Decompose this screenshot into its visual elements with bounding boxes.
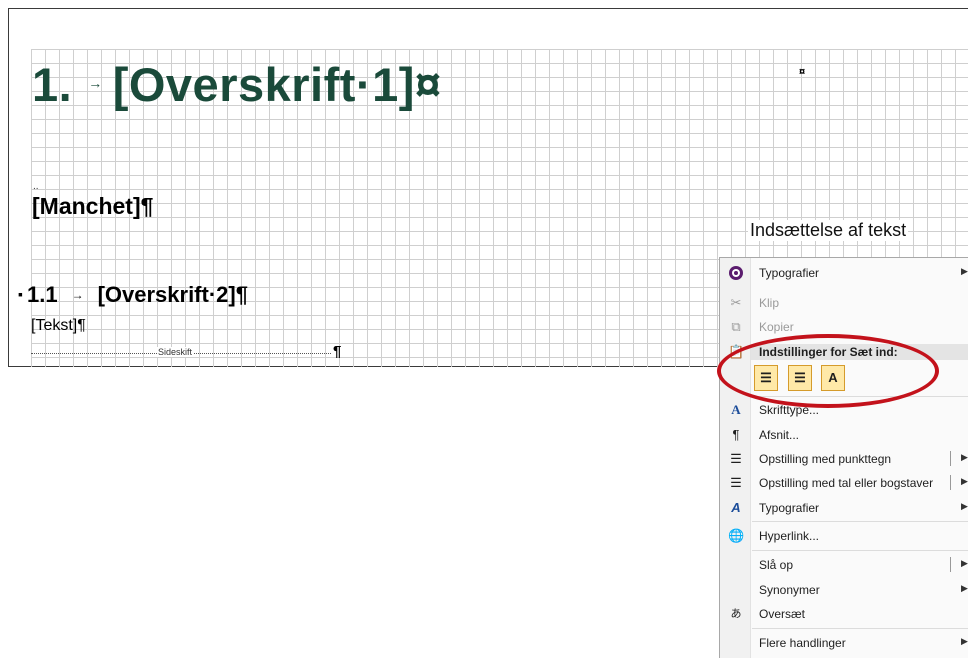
copy-icon: ⧉ — [731, 319, 741, 334]
menu-item-slaa-op[interactable]: Slå op ▶ — [720, 554, 968, 576]
submenu-arrow-icon: ▶ — [961, 558, 968, 568]
menu-item-synonymer[interactable]: Synonymer ▶ — [720, 579, 968, 601]
split-divider — [950, 451, 951, 466]
heading-2-text: [Overskrift·2]¶ — [97, 282, 248, 307]
heading-1-number: 1. — [32, 58, 73, 111]
paragraph-icon: ¶ — [732, 427, 740, 442]
menu-item-label: Opstilling med tal eller bogstaver — [759, 476, 934, 490]
menu-item-label: Klip — [759, 296, 780, 310]
tab-arrow-icon: → — [71, 288, 84, 302]
annotation-label: Indsættelse af tekst — [748, 220, 909, 241]
submenu-arrow-icon: ▶ — [961, 476, 968, 486]
page-break: Sideskift ¶ — [31, 343, 341, 360]
menu-separator — [752, 628, 968, 629]
translate-icon: あ — [730, 608, 742, 620]
numbered-list-icon: ☰ — [730, 475, 742, 490]
body-text-paragraph[interactable]: [Tekst]¶ — [31, 317, 86, 335]
menu-item-oversaet[interactable]: あ Oversæt — [720, 603, 968, 625]
submenu-arrow-icon: ▶ — [961, 583, 968, 593]
submenu-arrow-icon: ▶ — [961, 501, 968, 511]
tab-arrow-icon: → — [88, 74, 103, 91]
menu-item-label: Typografier — [759, 266, 820, 280]
menu-separator — [752, 521, 968, 522]
paragraph-mark-icon: ▪ — [18, 286, 23, 302]
menu-item-label: Hyperlink... — [759, 529, 820, 543]
heading-1-text: [Overskrift·1]¤ — [112, 58, 442, 111]
menu-item-label: Oversæt — [759, 607, 806, 621]
menu-item-hyperlink[interactable]: 🌐 Hyperlink... — [720, 525, 968, 547]
cell-end-mark: ¤ — [799, 66, 806, 78]
menu-item-label: Afsnit... — [759, 428, 800, 442]
heading-1[interactable]: 1. → [Overskrift·1]¤ — [32, 57, 442, 112]
menu-item-label: Slå op — [759, 558, 794, 572]
menu-item-punkttegn[interactable]: ☰ Opstilling med punkttegn ▶ — [720, 448, 968, 470]
highlight-oval — [717, 334, 939, 408]
submenu-arrow-icon: ▶ — [961, 266, 968, 276]
menu-separator — [752, 550, 968, 551]
submenu-arrow-icon: ▶ — [961, 636, 968, 646]
menu-item-afsnit[interactable]: ¶ Afsnit... — [720, 424, 968, 446]
submenu-arrow-icon: ▶ — [961, 452, 968, 462]
manchet-paragraph[interactable]: [Manchet]¶ — [32, 193, 153, 220]
menu-item-label: Opstilling med punkttegn — [759, 452, 892, 466]
menu-item-label: Kopier — [759, 320, 794, 334]
menu-item-typografier-2[interactable]: A Typografier ▶ — [720, 497, 968, 519]
heading-2-number: 1.1 — [26, 282, 58, 307]
scissors-icon: ✂ — [730, 295, 742, 310]
menu-item-klip[interactable]: ✂ Klip — [720, 292, 968, 314]
context-menu: Typografier ▶ ✂ Klip ⧉ Kopier 📋 Indstill… — [719, 257, 968, 658]
menu-item-tal-bogstaver[interactable]: ☰ Opstilling med tal eller bogstaver ▶ — [720, 472, 968, 494]
small-dots: .. — [33, 181, 39, 192]
split-divider — [950, 557, 951, 572]
page-break-label: Sideskift — [157, 347, 194, 357]
hyperlink-icon: 🌐 — [728, 528, 745, 543]
styles-icon: A — [731, 500, 741, 515]
heading-2[interactable]: ▪ 1.1 → [Overskrift·2]¶ — [18, 282, 248, 308]
bullet-list-icon: ☰ — [730, 451, 742, 466]
split-divider — [950, 475, 951, 490]
typography-icon — [728, 265, 744, 281]
font-icon: A — [731, 402, 741, 417]
menu-item-typografier[interactable]: Typografier ▶ — [720, 262, 968, 284]
menu-item-label: Synonymer — [759, 583, 820, 597]
pilcrow-mark: ¶ — [333, 343, 342, 360]
menu-item-label: Flere handlinger — [759, 636, 846, 650]
menu-item-label: Typografier — [759, 501, 820, 515]
